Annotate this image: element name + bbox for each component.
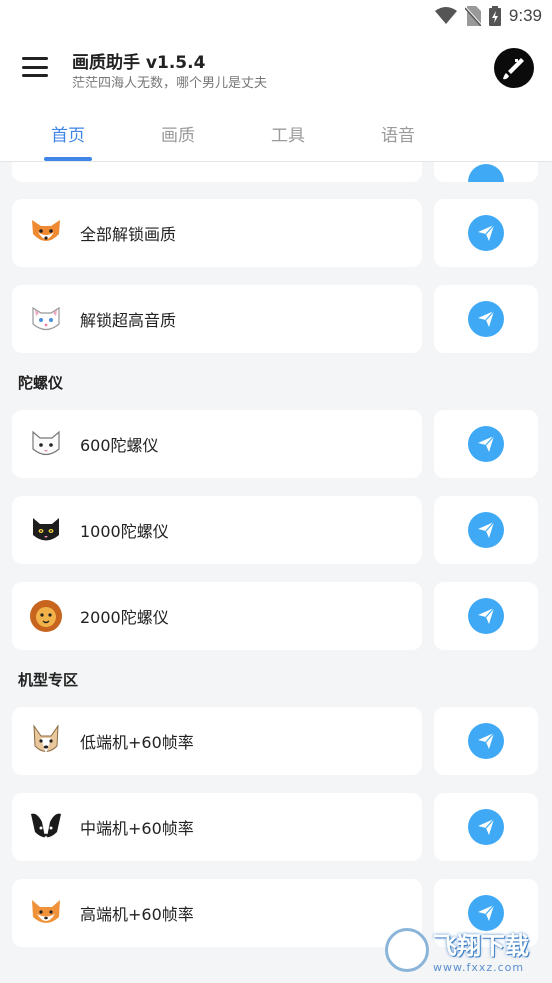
list-item[interactable]: 2000陀螺仪: [12, 582, 422, 650]
watermark: 飞翔下载 www.fxxz.com: [385, 924, 545, 976]
send-button[interactable]: [468, 723, 504, 759]
item-action[interactable]: [434, 496, 538, 564]
fox-icon: [28, 215, 64, 251]
menu-icon-line: [22, 74, 48, 77]
tab-tools[interactable]: 工具: [233, 104, 343, 162]
tab-home[interactable]: 首页: [13, 104, 123, 162]
send-button[interactable]: [468, 301, 504, 337]
list-item[interactable]: 600陀螺仪: [12, 410, 422, 478]
send-icon: [478, 732, 495, 749]
status-bar: 9:39: [0, 0, 552, 32]
item-action[interactable]: [434, 410, 538, 478]
item-action[interactable]: [434, 199, 538, 267]
white-cat-icon: [28, 301, 64, 337]
send-icon: [478, 224, 495, 241]
tab-indicator: [44, 157, 92, 161]
item-label: 1000陀螺仪: [80, 522, 169, 541]
card-partial[interactable]: [12, 162, 422, 182]
menu-icon-line: [22, 65, 48, 69]
item-label: 全部解锁画质: [80, 225, 177, 244]
cat-icon: [28, 426, 64, 462]
watermark-text: 飞翔下载 www.fxxz.com: [433, 926, 529, 974]
send-button[interactable]: [468, 809, 504, 845]
send-button[interactable]: [468, 426, 504, 462]
wifi-icon: [434, 7, 457, 24]
list-item[interactable]: 1000陀螺仪: [12, 496, 422, 564]
send-icon: [478, 435, 495, 452]
item-action[interactable]: [434, 285, 538, 353]
item-label: 解锁超高音质: [80, 311, 177, 330]
papillon-dog-icon: [28, 809, 64, 845]
send-icon: [478, 818, 495, 835]
status-icons: 9:39: [434, 4, 542, 28]
watermark-sub: www.fxxz.com: [433, 961, 525, 974]
item-label: 低端机+60帧率: [80, 733, 194, 752]
watermark-logo-icon: [385, 928, 429, 972]
item-label: 高端机+60帧率: [80, 905, 194, 924]
send-button[interactable]: [468, 512, 504, 548]
send-icon: [478, 607, 495, 624]
main-content[interactable]: 全部解锁画质 解锁超高音质 陀螺仪 600陀螺仪 1000陀螺仪 2000陀螺仪…: [0, 162, 552, 983]
item-label: 600陀螺仪: [80, 436, 159, 455]
send-icon: [478, 310, 495, 327]
section-title: 陀螺仪: [18, 374, 64, 392]
item-action[interactable]: [434, 707, 538, 775]
item-action[interactable]: [434, 582, 538, 650]
list-item[interactable]: 中端机+60帧率: [12, 793, 422, 861]
shiba-icon: [28, 895, 64, 931]
item-label: 中端机+60帧率: [80, 819, 194, 838]
brush-logo-icon: [503, 58, 524, 80]
battery-icon: [488, 6, 501, 26]
send-button[interactable]: [468, 598, 504, 634]
app-title: 画质助手 v1.5.4: [72, 53, 206, 73]
status-time: 9:39: [508, 6, 542, 25]
tab-bar: 首页 画质 工具 语音: [0, 104, 552, 162]
send-button[interactable]: [468, 164, 504, 182]
card-partial-action[interactable]: [434, 162, 538, 182]
watermark-main: 飞翔下载: [433, 932, 529, 960]
lion-icon: [28, 598, 64, 634]
black-cat-icon: [28, 512, 64, 548]
list-item[interactable]: 解锁超高音质: [12, 285, 422, 353]
app-subtitle: 茫茫四海人无数，哪个男儿是丈夫: [72, 76, 268, 91]
send-icon: [478, 904, 495, 921]
no-sim-icon: [464, 6, 481, 26]
send-button[interactable]: [468, 215, 504, 251]
tab-voice[interactable]: 语音: [343, 104, 453, 162]
menu-button[interactable]: [22, 54, 48, 80]
app-bar: 画质助手 v1.5.4 茫茫四海人无数，哪个男儿是丈夫: [0, 32, 552, 104]
avatar[interactable]: [494, 48, 534, 88]
list-item[interactable]: 全部解锁画质: [12, 199, 422, 267]
tab-quality[interactable]: 画质: [123, 104, 233, 162]
list-item[interactable]: 低端机+60帧率: [12, 707, 422, 775]
section-title: 机型专区: [18, 671, 79, 689]
send-icon: [478, 521, 495, 538]
item-action[interactable]: [434, 793, 538, 861]
item-label: 2000陀螺仪: [80, 608, 169, 627]
list-item[interactable]: 高端机+60帧率: [12, 879, 422, 947]
dog-icon: [28, 723, 64, 759]
menu-icon-line: [22, 57, 48, 60]
